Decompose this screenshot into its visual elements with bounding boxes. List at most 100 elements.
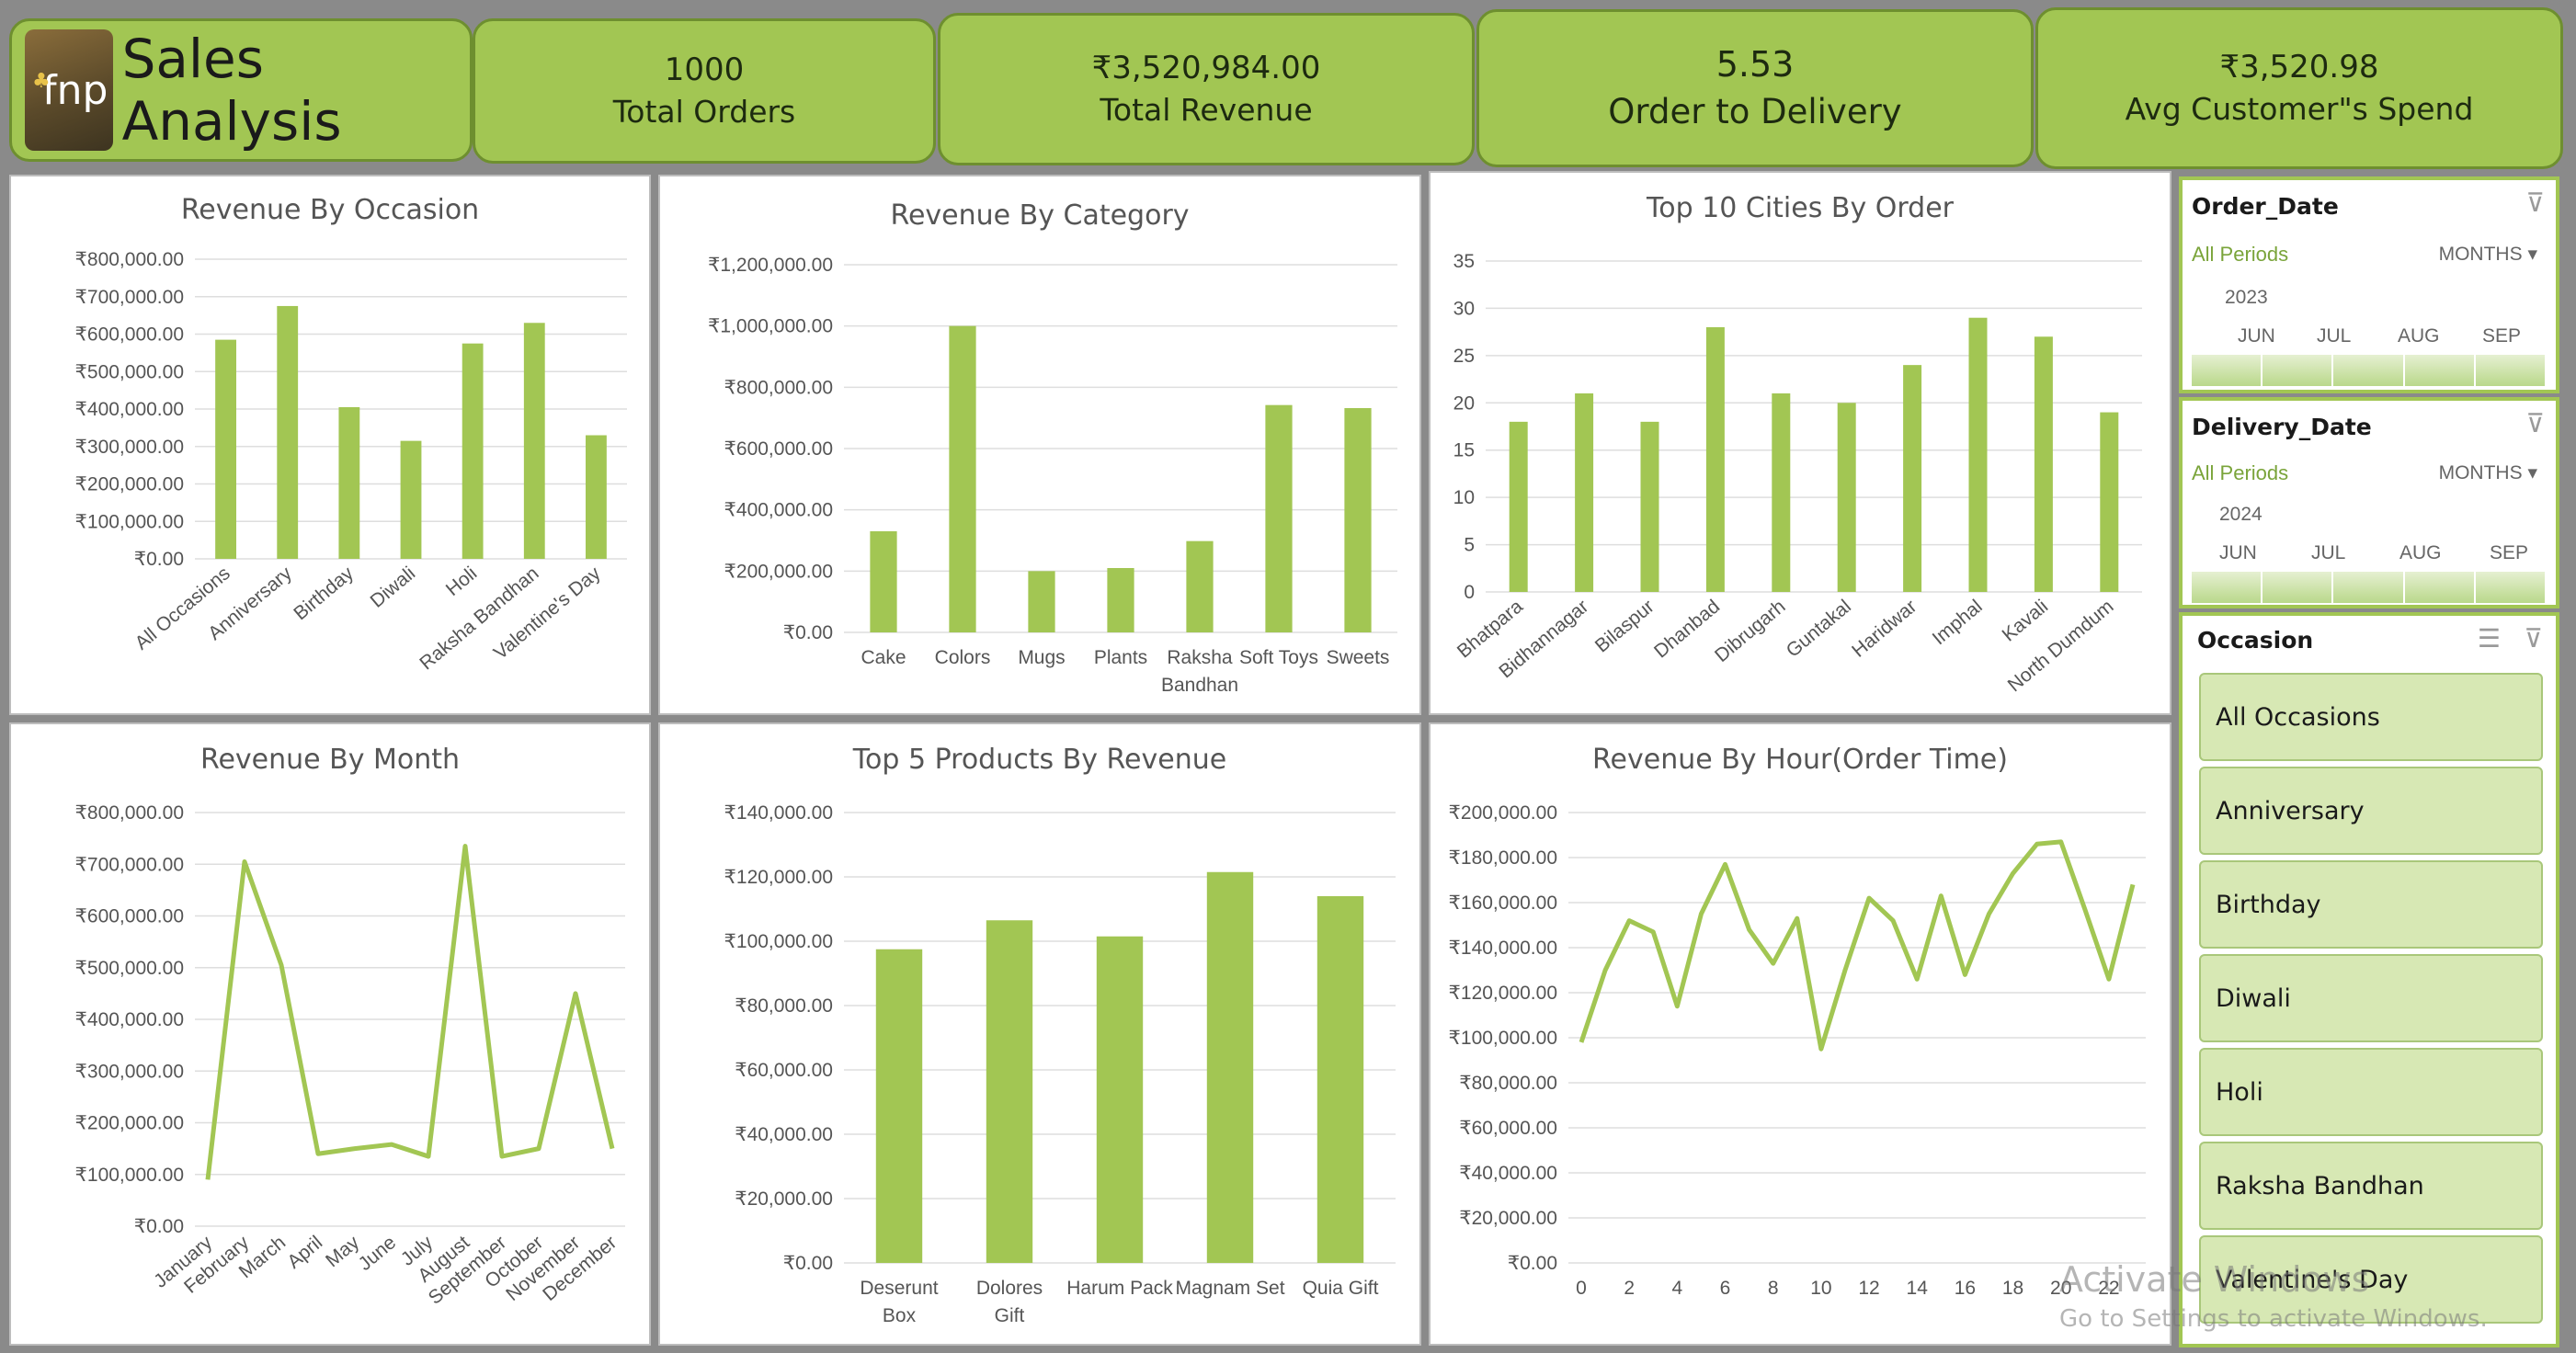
- y-tick-label: ₹700,000.00: [75, 287, 184, 308]
- occasion-item[interactable]: Holi: [2199, 1048, 2543, 1136]
- timeline-bar[interactable]: [2192, 355, 2548, 386]
- y-tick-label: ₹800,000.00: [75, 802, 184, 824]
- y-tick-label: 25: [1453, 346, 1475, 367]
- order-date-slicer[interactable]: Order_Date ⊽ All Periods MONTHS ▾ 2023 J…: [2179, 176, 2559, 393]
- x-tick-label: Deserunt: [860, 1278, 938, 1299]
- y-tick-label: ₹500,000.00: [75, 958, 184, 979]
- clear-filter-icon[interactable]: ⊽: [2525, 623, 2544, 654]
- x-tick-label: Dibrugarh: [1711, 596, 1789, 666]
- x-tick-label: Box: [883, 1305, 917, 1326]
- kpi-avg-spend: ₹3,520.98 Avg Customer"s Spend: [2035, 7, 2563, 169]
- year-label: 2024: [2219, 504, 2263, 525]
- y-tick-label: ₹800,000.00: [724, 377, 833, 398]
- chart-top-products[interactable]: Top 5 Products By Revenue ₹0.00 ₹20,000.00…: [658, 722, 1421, 1346]
- x-tick-label: 8: [1768, 1278, 1779, 1299]
- x-tick-label: 10: [1810, 1278, 1831, 1299]
- all-periods-link[interactable]: All Periods: [2192, 461, 2288, 485]
- x-tick-label: Soft Toys: [1239, 647, 1318, 668]
- bar: [1096, 936, 1144, 1263]
- y-tick-label: ₹20,000.00: [1459, 1208, 1557, 1229]
- clear-filter-icon[interactable]: ⊽: [2526, 408, 2546, 438]
- y-tick-label: ₹40,000.00: [735, 1124, 833, 1145]
- x-tick-label: Valentine's Day: [490, 563, 605, 664]
- y-tick-label: ₹300,000.00: [75, 437, 184, 458]
- y-tick-label: 15: [1453, 440, 1475, 461]
- x-tick-label: 6: [1720, 1278, 1731, 1299]
- time-level-dropdown[interactable]: MONTHS ▾: [2439, 243, 2537, 266]
- occasion-slicer[interactable]: Occasion ☰ ⊽ All Occasions Anniversary B…: [2179, 612, 2559, 1347]
- kpi-value: ₹3,520.98: [2219, 48, 2379, 85]
- bar: [1837, 403, 1856, 592]
- x-tick-label: May: [322, 1232, 364, 1271]
- y-tick-label: ₹100,000.00: [75, 1165, 184, 1186]
- x-tick-label: 0: [1576, 1278, 1587, 1299]
- occasion-item[interactable]: Raksha Bandhan: [2199, 1142, 2543, 1230]
- occasion-item[interactable]: All Occasions: [2199, 673, 2543, 761]
- chart-revenue-by-category[interactable]: Revenue By Category ₹0.00 ₹200,000.00 ₹400,…: [658, 175, 1421, 715]
- slicer-title: Delivery_Date: [2192, 414, 2372, 440]
- bar: [1186, 540, 1214, 632]
- y-tick-label: ₹0.00: [783, 622, 833, 643]
- x-tick-label: Colors: [935, 647, 991, 668]
- y-tick-label: ₹120,000.00: [1449, 983, 1557, 1004]
- y-tick-label: ₹1,200,000.00: [708, 255, 833, 276]
- bar: [1968, 317, 1988, 592]
- kpi-value: ₹3,520,984.00: [1091, 49, 1321, 86]
- x-tick-label: Gift: [995, 1305, 1025, 1326]
- delivery-date-slicer[interactable]: Delivery_Date ⊽ All Periods MONTHS ▾ 202…: [2179, 397, 2559, 608]
- chart-title: Top 10 Cities By Order: [1646, 192, 1955, 224]
- logo-text: fnp: [42, 66, 108, 114]
- bar: [523, 323, 545, 559]
- y-tick-label: ₹400,000.00: [724, 500, 833, 521]
- bar: [400, 440, 422, 559]
- y-tick-label: ₹100,000.00: [724, 931, 833, 952]
- y-tick-label: ₹0.00: [1508, 1253, 1557, 1274]
- kpi-order-to-delivery: 5.53 Order to Delivery: [1476, 9, 2034, 167]
- month-label: SEP: [2482, 325, 2522, 347]
- page-title: Sales Analysis: [121, 28, 342, 153]
- bar: [875, 949, 923, 1263]
- occasion-item[interactable]: Diwali: [2199, 954, 2543, 1042]
- month-label: JUL: [2311, 542, 2346, 563]
- occasion-item[interactable]: Birthday: [2199, 860, 2543, 949]
- chart-revenue-by-occasion[interactable]: Revenue By Occasion ₹0.00 ₹100,000.00 ₹200,…: [9, 175, 651, 715]
- y-tick-label: ₹120,000.00: [724, 867, 833, 888]
- timeline-bar[interactable]: [2192, 572, 2548, 603]
- multi-select-icon[interactable]: ☰: [2478, 623, 2501, 654]
- bar: [986, 920, 1033, 1263]
- clear-filter-icon[interactable]: ⊽: [2526, 188, 2546, 218]
- kpi-value: 1000: [664, 51, 745, 88]
- y-tick-label: ₹0.00: [783, 1253, 833, 1274]
- y-tick-label: ₹800,000.00: [75, 249, 184, 270]
- kpi-label: Total Revenue: [1100, 91, 1313, 128]
- y-tick-label: ₹200,000.00: [1449, 802, 1557, 824]
- x-tick-label: 2: [1624, 1278, 1635, 1299]
- bar: [2034, 336, 2053, 592]
- x-tick-label: April: [283, 1232, 326, 1273]
- x-tick-label: 14: [1907, 1278, 1929, 1299]
- all-periods-link[interactable]: All Periods: [2192, 243, 2288, 267]
- bar: [1316, 896, 1364, 1263]
- occasion-item[interactable]: Anniversary: [2199, 767, 2543, 855]
- bar: [215, 339, 236, 559]
- x-tick-label: Harum Pack: [1066, 1278, 1173, 1299]
- bar: [1705, 327, 1725, 592]
- y-tick-label: 20: [1453, 392, 1475, 414]
- chart-top-cities[interactable]: Top 10 Cities By Order 0 5 10 15 20 25 30 35 Bhat…: [1429, 171, 2171, 715]
- y-tick-label: 30: [1453, 298, 1475, 319]
- month-label: JUN: [2238, 325, 2275, 347]
- bar: [949, 325, 976, 632]
- x-tick-label: Dolores: [976, 1278, 1043, 1299]
- time-level-dropdown[interactable]: MONTHS ▾: [2439, 461, 2537, 484]
- bar: [2100, 412, 2119, 592]
- x-tick-label: Birthday: [290, 563, 358, 624]
- title-card: ♣ fnp Sales Analysis: [9, 18, 473, 162]
- month-label: JUN: [2219, 542, 2257, 563]
- y-tick-label: ₹20,000.00: [735, 1188, 833, 1210]
- chart-revenue-by-month[interactable]: Revenue By Month ₹0.00 ₹100,000.00 ₹200,000…: [9, 722, 651, 1346]
- chart-revenue-by-hour[interactable]: Revenue By Hour(Order Time) ₹0.00 ₹20,000.…: [1429, 722, 2171, 1346]
- y-tick-label: ₹80,000.00: [1459, 1073, 1557, 1094]
- y-tick-label: ₹80,000.00: [735, 995, 833, 1017]
- fnp-logo: ♣ fnp: [25, 29, 113, 151]
- kpi-label: Total Orders: [612, 93, 796, 130]
